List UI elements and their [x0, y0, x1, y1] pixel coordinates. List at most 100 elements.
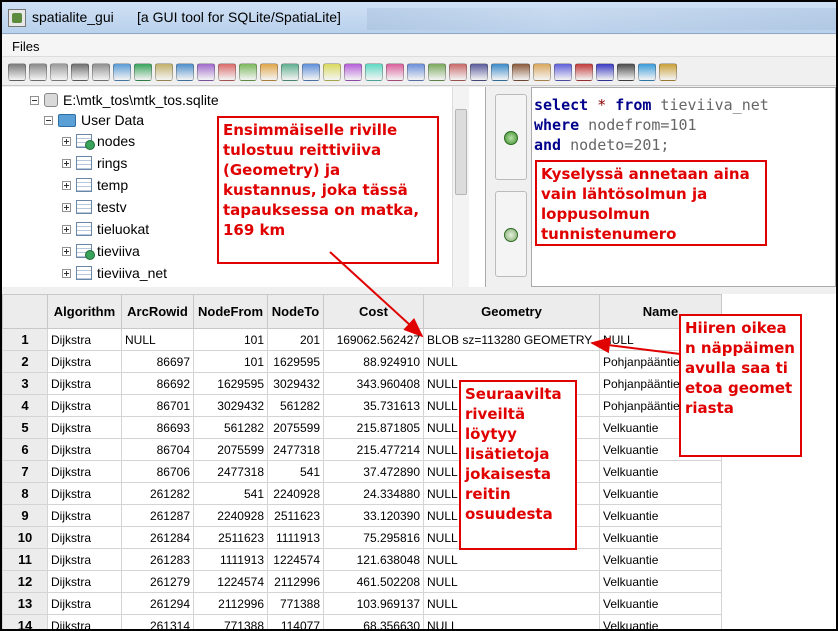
toolbar-button-11[interactable] [218, 62, 236, 81]
table-cell[interactable]: 261314 [121, 614, 194, 629]
toolbar-button-5[interactable] [92, 62, 110, 81]
tree-item-testv[interactable]: testv [62, 197, 127, 217]
row-number[interactable]: 12 [2, 570, 48, 593]
table-cell[interactable]: 215.477214 [323, 438, 424, 461]
expand-icon[interactable] [62, 202, 71, 212]
table-cell[interactable]: Dijkstra [47, 526, 122, 549]
table-cell[interactable]: 169062.562427 [323, 328, 424, 351]
toolbar-button-16[interactable] [323, 62, 341, 81]
row-number[interactable]: 3 [2, 372, 48, 395]
table-cell[interactable]: 541 [193, 482, 268, 505]
table-cell[interactable]: 2511623 [267, 504, 324, 527]
toolbar-button-15[interactable] [302, 62, 320, 81]
row-number[interactable]: 4 [2, 394, 48, 417]
row-number[interactable]: 6 [2, 438, 48, 461]
toolbar-button-19[interactable] [386, 62, 404, 81]
toolbar-button-23[interactable] [470, 62, 488, 81]
table-cell[interactable]: 24.334880 [323, 482, 424, 505]
toolbar-button-18[interactable] [365, 62, 383, 81]
tree-scrollbar[interactable] [452, 87, 469, 287]
tree-item-tieviiva[interactable]: tieviiva [62, 241, 140, 261]
table-cell[interactable]: 771388 [193, 614, 268, 629]
tree-group-user-data[interactable]: User Data [44, 110, 144, 130]
toolbar-button-17[interactable] [344, 62, 362, 81]
table-cell[interactable]: 2477318 [193, 460, 268, 483]
toolbar-button-2[interactable] [29, 62, 47, 81]
table-cell[interactable]: Velkuantie [599, 460, 722, 483]
table-cell[interactable]: NULL [423, 614, 600, 629]
table-cell[interactable]: 86692 [121, 372, 194, 395]
table-row[interactable]: 4 Dijkstra 86701 3029432 561282 35.731613 NULL… [2, 394, 722, 417]
table-cell[interactable]: Dijkstra [47, 548, 122, 571]
table-cell[interactable]: NULL [121, 328, 194, 351]
table-cell[interactable]: Dijkstra [47, 504, 122, 527]
toolbar-button-6[interactable] [113, 62, 131, 81]
table-cell[interactable]: Dijkstra [47, 372, 122, 395]
toolbar-button-13[interactable] [260, 62, 278, 81]
table-cell[interactable]: NULL [423, 570, 600, 593]
tree-item-tieviiva_net[interactable]: tieviiva_net [62, 263, 167, 283]
toolbar-button-20[interactable] [407, 62, 425, 81]
expand-icon[interactable] [62, 224, 71, 234]
table-row[interactable]: 7 Dijkstra 86706 2477318 541 37.472890 NULL Vel… [2, 460, 722, 483]
tree-scroll-thumb[interactable] [455, 109, 467, 195]
table-cell[interactable]: 86697 [121, 350, 194, 373]
toolbar-button-9[interactable] [176, 62, 194, 81]
menu-files[interactable]: Files [12, 39, 39, 54]
table-cell[interactable]: Dijkstra [47, 416, 122, 439]
toolbar-button-22[interactable] [449, 62, 467, 81]
table-cell[interactable]: Dijkstra [47, 394, 122, 417]
table-cell[interactable]: 261279 [121, 570, 194, 593]
table-cell[interactable]: 121.638048 [323, 548, 424, 571]
table-cell[interactable]: 2240928 [193, 504, 268, 527]
table-cell[interactable]: 86704 [121, 438, 194, 461]
table-row[interactable]: 3 Dijkstra 86692 1629595 3029432 343.960408 NU… [2, 372, 722, 395]
row-number[interactable]: 7 [2, 460, 48, 483]
table-cell[interactable]: 261282 [121, 482, 194, 505]
table-cell[interactable]: Velkuantie [599, 614, 722, 629]
tree-item-rings[interactable]: rings [62, 153, 127, 173]
expand-icon[interactable] [62, 246, 71, 256]
column-header[interactable]: Algorithm [47, 294, 122, 329]
table-cell[interactable]: 2075599 [267, 416, 324, 439]
toolbar-button-27[interactable] [554, 62, 572, 81]
table-cell[interactable]: Dijkstra [47, 350, 122, 373]
table-cell[interactable]: Velkuantie [599, 526, 722, 549]
table-row[interactable]: 12 Dijkstra 261279 1224574 2112996 461.502208… [2, 570, 722, 593]
toolbar-button-3[interactable] [50, 62, 68, 81]
row-number[interactable]: 13 [2, 592, 48, 615]
row-number[interactable]: 14 [2, 614, 48, 629]
table-cell[interactable]: 101 [193, 328, 268, 351]
table-cell[interactable]: 541 [267, 460, 324, 483]
table-cell[interactable]: Dijkstra [47, 438, 122, 461]
table-cell[interactable]: 261287 [121, 504, 194, 527]
table-cell[interactable]: Velkuantie [599, 482, 722, 505]
toolbar-button-10[interactable] [197, 62, 215, 81]
table-cell[interactable]: 343.960408 [323, 372, 424, 395]
table-cell[interactable]: 1629595 [193, 372, 268, 395]
table-cell[interactable]: 261283 [121, 548, 194, 571]
column-header[interactable]: Geometry [423, 294, 600, 329]
table-cell[interactable]: 215.871805 [323, 416, 424, 439]
table-cell[interactable]: Dijkstra [47, 482, 122, 505]
tree-item-tieluokat[interactable]: tieluokat [62, 219, 149, 239]
table-cell[interactable]: NULL [423, 350, 600, 373]
table-cell[interactable]: 103.969137 [323, 592, 424, 615]
table-row[interactable]: 13 Dijkstra 261294 2112996 771388 103.969137 N… [2, 592, 722, 615]
table-cell[interactable]: 68.356630 [323, 614, 424, 629]
table-cell[interactable]: BLOB sz=113280 GEOMETRY [423, 328, 600, 351]
table-cell[interactable]: 561282 [267, 394, 324, 417]
table-cell[interactable]: 201 [267, 328, 324, 351]
table-cell[interactable]: 2511623 [193, 526, 268, 549]
table-cell[interactable]: 461.502208 [323, 570, 424, 593]
table-row[interactable]: 6 Dijkstra 86704 2075599 2477318 215.477214 NU… [2, 438, 722, 461]
table-cell[interactable]: 33.120390 [323, 504, 424, 527]
table-row[interactable]: 8 Dijkstra 261282 541 2240928 24.334880 NULL Ve… [2, 482, 722, 505]
table-cell[interactable]: 261294 [121, 592, 194, 615]
row-number[interactable]: 8 [2, 482, 48, 505]
table-cell[interactable]: 561282 [193, 416, 268, 439]
table-cell[interactable]: NULL [423, 592, 600, 615]
table-cell[interactable]: 771388 [267, 592, 324, 615]
table-cell[interactable]: 86701 [121, 394, 194, 417]
table-cell[interactable]: 2240928 [267, 482, 324, 505]
